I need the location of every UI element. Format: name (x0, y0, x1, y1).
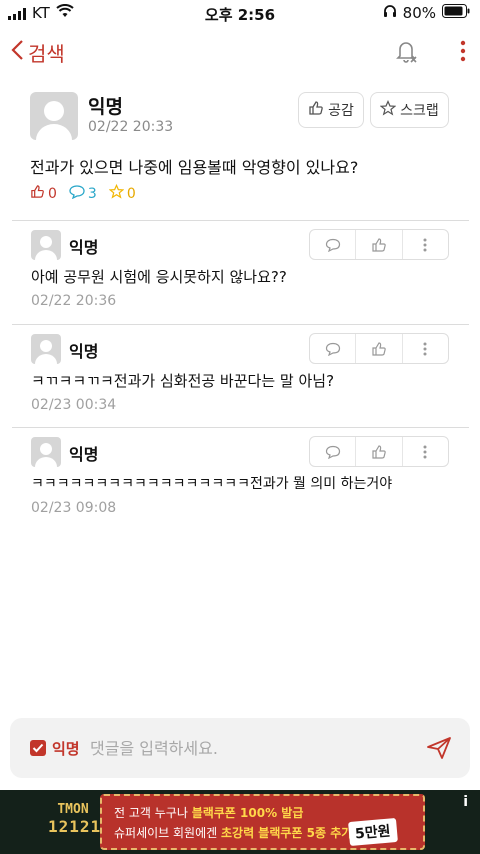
star-icon (379, 100, 397, 120)
tmon-logo: TMON 121212 (48, 802, 112, 836)
reply-icon[interactable] (310, 230, 355, 259)
send-button[interactable] (426, 736, 452, 760)
thumbs-up-icon[interactable] (355, 334, 401, 363)
avatar (31, 334, 61, 364)
scrap-count-value: 0 (126, 185, 136, 202)
ad-line2: 슈퍼세이브 회원에겐 초강력 블랙쿠폰 5종 추가! (114, 824, 358, 841)
post-author: 익명 (88, 96, 123, 118)
coupon-badge: 5만원 (348, 817, 398, 847)
notification-off-icon[interactable] (394, 38, 420, 68)
ad-line1-prefix: 전 고객 누구나 (114, 806, 192, 820)
comment-item: 익명 아예 공무원 시험에 응시못하지 않나요?? 02/22 20:36 (12, 222, 469, 325)
like-post-label: 공감 (328, 103, 354, 119)
send-icon (426, 737, 452, 764)
comment-count-value: 3 (87, 185, 97, 202)
logo-line1: TMON (57, 802, 89, 817)
thumbs-up-icon (308, 100, 324, 120)
scrap-count: 0 (108, 183, 136, 203)
avatar (31, 437, 61, 467)
app-header: 검색 (0, 30, 480, 76)
avatar (31, 230, 61, 260)
comment-text: ㅋㅋㅋㅋㅋㅋㅋㅋㅋㅋㅋㅋㅋㅋㅋㅋㅋ전과가 뭘 의미 하는거야 (31, 476, 393, 492)
more-vertical-icon[interactable] (401, 334, 448, 363)
comment-actions (309, 333, 449, 364)
star-icon (108, 183, 125, 203)
chevron-left-icon (10, 39, 24, 66)
post-body: 전과가 있으면 나중에 임용볼때 악영향이 있나요? (30, 158, 359, 177)
scrap-button[interactable]: 스크랩 (370, 92, 449, 128)
speech-bubble-icon (69, 184, 85, 203)
comment-actions (309, 436, 449, 467)
divider (12, 427, 469, 428)
ad-line1-highlight: 블랙쿠폰 100% 발급 (191, 806, 304, 820)
thumbs-up-icon[interactable] (355, 230, 401, 259)
post-counts: 0 3 0 (30, 183, 136, 203)
thumbs-up-icon[interactable] (355, 437, 401, 466)
scrap-label: 스크랩 (400, 103, 439, 119)
comment-date: 02/23 00:34 (31, 397, 117, 413)
like-post-button[interactable]: 공감 (298, 92, 364, 128)
avatar (30, 92, 78, 140)
reply-icon[interactable] (310, 437, 355, 466)
ad-banner[interactable]: TMON 121212 전 고객 누구나 블랙쿠폰 100% 발급 슈퍼세이브 … (0, 790, 480, 854)
back-button[interactable]: 검색 (10, 38, 65, 67)
thumbs-up-icon (30, 184, 45, 203)
comment-composer: 익명 (10, 718, 470, 778)
more-vertical-icon[interactable] (401, 437, 448, 466)
anonymous-label[interactable]: 익명 (52, 738, 80, 759)
battery-percent: 80% (402, 4, 436, 22)
comment-count: 3 (69, 184, 97, 203)
logo-line2: 121212 (48, 817, 112, 836)
divider (12, 220, 469, 221)
comment-item: 익명 ㅋㄲㅋㅋㄲㅋ전과가 심화전공 바꾼다는 말 아님? 02/23 00:34 (12, 326, 469, 429)
comment-date: 02/22 20:36 (31, 293, 117, 309)
anonymous-checkbox[interactable] (30, 740, 46, 756)
comment-text: ㅋㄲㅋㅋㄲㅋ전과가 심화전공 바꾼다는 말 아님? (31, 372, 335, 390)
status-bar: KT 오후 2:56 80% (0, 0, 480, 28)
more-vertical-icon[interactable] (401, 230, 448, 259)
post-date: 02/22 20:33 (88, 119, 174, 135)
back-label: 검색 (28, 42, 65, 66)
comment-date: 02/23 09:08 (31, 500, 117, 516)
ad-coupon-card: 전 고객 누구나 블랙쿠폰 100% 발급 슈퍼세이브 회원에겐 초강력 블랙쿠… (100, 794, 425, 850)
reply-icon[interactable] (310, 334, 355, 363)
comment-input[interactable] (90, 733, 410, 763)
comment-author: 익명 (69, 342, 99, 361)
comment-author: 익명 (69, 238, 99, 257)
ad-line2-highlight: 초강력 블랙쿠폰 5종 추가! (221, 826, 358, 840)
like-count: 0 (30, 184, 57, 203)
comment-text: 아예 공무원 시험에 응시못하지 않나요?? (31, 268, 287, 286)
ad-line1: 전 고객 누구나 블랙쿠폰 100% 발급 (114, 804, 303, 821)
divider (12, 324, 469, 325)
ad-info-icon[interactable]: i (463, 794, 468, 810)
more-vertical-icon[interactable] (460, 40, 466, 66)
ad-line2-prefix: 슈퍼세이브 회원에겐 (114, 826, 221, 840)
comment-author: 익명 (69, 445, 99, 464)
comment-actions (309, 229, 449, 260)
comment-item: 익명 ㅋㅋㅋㅋㅋㅋㅋㅋㅋㅋㅋㅋㅋㅋㅋㅋㅋ전과가 뭘 의미 하는거야 02/23 … (12, 429, 469, 532)
headphones-icon (383, 4, 397, 22)
battery-icon (442, 4, 470, 22)
like-count-value: 0 (48, 185, 57, 202)
